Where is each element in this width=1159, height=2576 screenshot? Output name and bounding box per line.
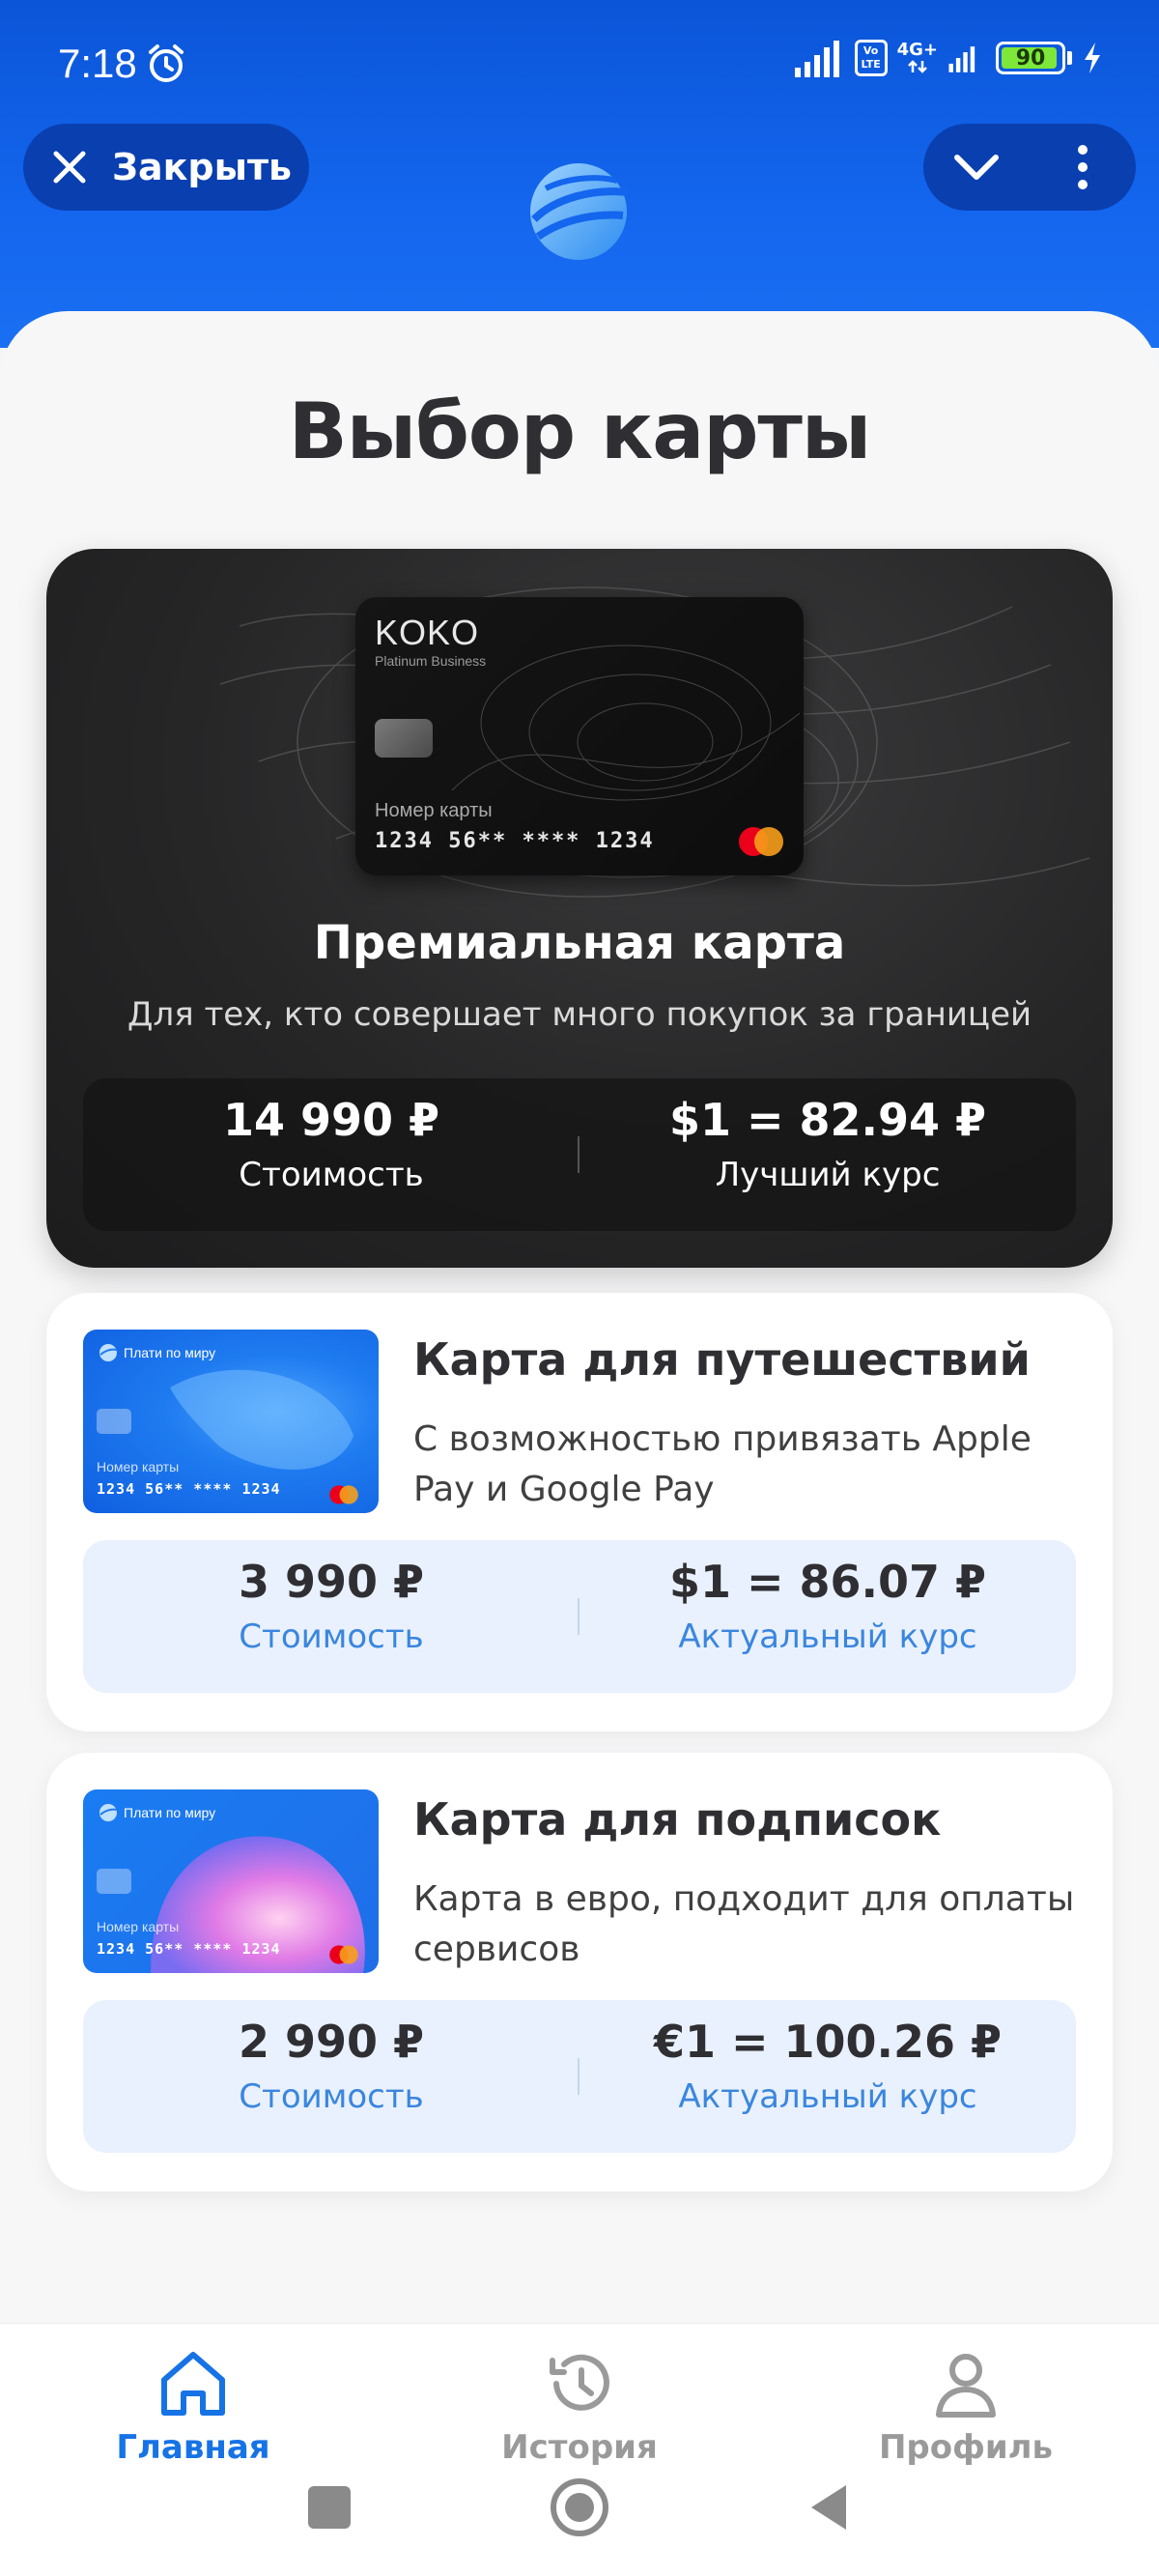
mastercard-icon <box>329 1945 358 1964</box>
volte-icon: Vo LTE <box>854 40 888 76</box>
subscription-card-description: Карта в евро, подходит для оплаты сервис… <box>413 1879 1075 1969</box>
more-button[interactable] <box>1030 124 1136 211</box>
subscription-card-price: 2 990 ₽ <box>238 2016 425 2068</box>
premium-description: Для тех, кто совершает много покупок за … <box>127 995 1032 1034</box>
signal-icon <box>794 41 839 77</box>
mastercard-icon <box>329 1485 358 1504</box>
premium-rate: $1 = 82.94 ₽ <box>668 1094 987 1146</box>
data-arrows-icon <box>907 60 927 73</box>
subscription-card-image: Плати по миру Номер карты 1234 56** ****… <box>83 1789 379 1973</box>
travel-card-description: С возможностью привязать Apple Pay и Goo… <box>413 1419 1032 1509</box>
chip-icon <box>375 719 433 758</box>
battery-level: 90 <box>1015 45 1046 71</box>
home-system-button[interactable] <box>546 2474 613 2541</box>
travel-card-price: 3 990 ₽ <box>238 1556 425 1608</box>
travel-card-price-label: Стоимость <box>239 1617 424 1656</box>
premium-title: Премиальная карта <box>313 916 846 970</box>
premium-price-label: Стоимость <box>239 1156 424 1194</box>
status-time: 7:18 <box>58 41 137 86</box>
history-icon <box>550 2354 609 2411</box>
card-number: 1234 56** **** 1234 <box>375 829 655 853</box>
nav-history-label: История <box>501 2428 658 2467</box>
thumb-number-label: Номер карты <box>97 1459 180 1474</box>
signal-icon-2 <box>948 46 975 72</box>
back-button[interactable] <box>796 2474 863 2541</box>
header-actions <box>923 124 1136 211</box>
profile-icon <box>936 2354 996 2418</box>
travel-card-image: Плати по миру Номер карты 1234 56** ****… <box>83 1330 379 1513</box>
collapse-button[interactable] <box>923 124 1030 211</box>
nav-home[interactable]: Главная <box>48 2343 338 2467</box>
thumb-brand: Плати по миру <box>124 1345 216 1360</box>
nav-history[interactable]: История <box>435 2343 724 2467</box>
brand-logo-icon <box>99 1344 118 1361</box>
chevron-down-icon <box>954 155 999 180</box>
travel-card-rate-label: Актуальный курс <box>678 1617 977 1656</box>
card-brand: KOKO <box>375 613 480 652</box>
mastercard-icon <box>739 827 783 856</box>
subscription-card-title: Карта для подписок <box>413 1793 942 1846</box>
more-vertical-icon <box>1078 145 1088 189</box>
premium-price: 14 990 ₽ <box>222 1094 440 1146</box>
nav-profile-label: Профиль <box>878 2428 1054 2467</box>
subscription-card-rate: €1 = 100.26 ₽ <box>653 2016 1003 2068</box>
brand-logo-icon <box>99 1804 118 1821</box>
home-icon <box>161 2352 225 2416</box>
chip-icon <box>97 1409 131 1434</box>
nav-home-label: Главная <box>116 2428 270 2467</box>
thumb-brand: Плати по миру <box>124 1805 216 1820</box>
chip-icon <box>97 1869 131 1894</box>
network-type: 4G+ <box>896 40 938 60</box>
card-tier: Platinum Business <box>375 653 487 669</box>
subscription-card-stats: 2 990 ₽ Стоимость €1 = 100.26 ₽ Актуальн… <box>83 2000 1076 2153</box>
travel-card-rate: $1 = 86.07 ₽ <box>668 1556 987 1608</box>
thumb-number: 1234 56** **** 1234 <box>97 1940 281 1958</box>
thumb-number: 1234 56** **** 1234 <box>97 1480 281 1498</box>
close-button[interactable]: Закрыть <box>23 124 309 211</box>
subscription-card-rate-label: Актуальный курс <box>678 2077 977 2116</box>
subscription-card-price-label: Стоимость <box>239 2077 424 2116</box>
close-label: Закрыть <box>112 146 293 188</box>
travel-card-stats: 3 990 ₽ Стоимость $1 = 86.07 ₽ Актуальны… <box>83 1540 1076 1693</box>
card-number-label: Номер карты <box>375 800 493 821</box>
battery-indicator: 90 <box>996 42 1065 74</box>
premium-stats: 14 990 ₽ Стоимость $1 = 82.94 ₽ Лучший к… <box>83 1078 1076 1231</box>
premium-rate-label: Лучший курс <box>715 1156 941 1194</box>
thumb-number-label: Номер карты <box>97 1919 180 1934</box>
subscription-card-option[interactable]: Плати по миру Номер карты 1234 56** ****… <box>46 1753 1113 2191</box>
system-navigation <box>0 2474 1159 2541</box>
travel-card-option[interactable]: Плати по миру Номер карты 1234 56** ****… <box>46 1293 1113 1732</box>
alarm-icon <box>149 44 184 82</box>
close-icon <box>53 151 86 184</box>
page-title: Выбор карты <box>288 386 872 476</box>
premium-card-option[interactable]: KOKO Platinum Business Номер карты 1234 … <box>46 549 1113 1268</box>
charging-icon <box>1085 43 1100 73</box>
travel-card-title: Карта для путешествий <box>413 1333 1031 1386</box>
premium-card-image: KOKO Platinum Business Номер карты 1234 … <box>355 597 804 875</box>
status-bar: 7:18 Vo LTE 4G+ 90 <box>0 0 1159 126</box>
recent-apps-button[interactable] <box>296 2474 363 2541</box>
app-logo <box>530 163 628 260</box>
nav-profile[interactable]: Профиль <box>821 2343 1111 2467</box>
